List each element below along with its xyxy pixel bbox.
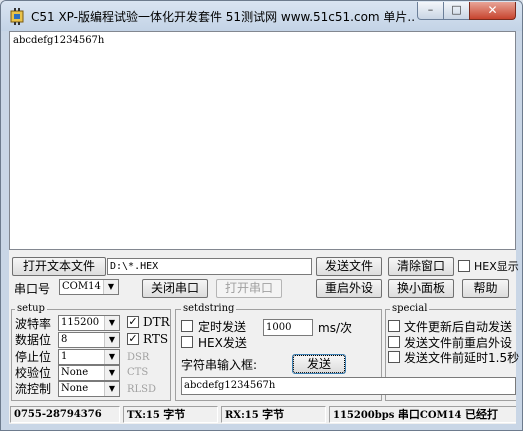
status-rx: RX:15 字节 — [221, 406, 326, 423]
parity-value: None — [61, 367, 89, 378]
flow-control-select[interactable]: None ▼ — [58, 381, 120, 397]
chevron-down-icon[interactable]: ▼ — [104, 350, 119, 364]
chevron-down-icon[interactable]: ▼ — [104, 333, 119, 347]
status-port: COM14 — [419, 410, 462, 421]
stop-bits-value: 1 — [61, 351, 68, 362]
chevron-down-icon[interactable]: ▼ — [104, 366, 119, 380]
help-button[interactable]: 帮助 — [462, 279, 509, 298]
receive-textarea[interactable]: abcdefg1234567h — [9, 31, 516, 250]
parity-select[interactable]: None ▼ — [58, 365, 120, 381]
chip-icon — [10, 8, 24, 25]
delay-before-send-checkbox[interactable] — [388, 351, 400, 363]
hex-display-label: HEX显示 — [474, 260, 519, 273]
status-state: 已经打 — [465, 408, 498, 421]
status-tx-unit: 字节 — [163, 408, 186, 421]
interval-unit: ms/次 — [318, 321, 352, 335]
status-phone: 0755-28794376 — [10, 406, 120, 423]
timed-send-label: 定时发送 — [198, 320, 247, 334]
status-baud: 115200bps — [333, 410, 395, 421]
string-input[interactable]: abcdefg1234567h — [181, 377, 516, 395]
chevron-down-icon[interactable]: ▼ — [104, 382, 119, 396]
auto-send-checkbox[interactable] — [388, 320, 400, 332]
port-label: 串口号 — [14, 282, 51, 296]
port-select[interactable]: COM14 ▼ — [59, 279, 119, 295]
rlsd-indicator: RLSD — [127, 384, 157, 395]
data-bits-value: 8 — [61, 334, 68, 345]
dtr-checkbox[interactable]: ✓ — [127, 316, 139, 328]
baud-select[interactable]: 115200 ▼ — [58, 315, 120, 331]
data-bits-select[interactable]: 8 ▼ — [58, 332, 120, 348]
status-port-info: 115200bps 串口COM14 已经打 — [329, 406, 516, 423]
delay-before-send-label: 发送文件前延时1.5秒 — [404, 351, 520, 365]
chevron-down-icon[interactable]: ▼ — [103, 280, 118, 294]
rts-checkbox[interactable]: ✓ — [127, 333, 139, 345]
cts-indicator: CTS — [127, 367, 149, 378]
setup-title: setup — [15, 303, 47, 315]
close-button[interactable]: ✕ — [469, 2, 516, 20]
restart-device-button[interactable]: 重启外设 — [316, 279, 382, 298]
clear-window-button[interactable]: 清除窗口 — [388, 257, 454, 276]
close-port-button[interactable]: 关闭串口 — [142, 279, 208, 298]
title-bar[interactable]: C51 XP-版编程试验一体化开发套件 51测试网 www.51c51.com … — [1, 1, 522, 31]
maximize-button[interactable]: □ — [443, 2, 470, 20]
status-rx-count: RX:15 — [225, 410, 259, 421]
status-rx-unit: 字节 — [262, 408, 285, 421]
app-window: C51 XP-版编程试验一体化开发套件 51测试网 www.51c51.com … — [0, 0, 523, 431]
flow-control-label: 流控制 — [15, 382, 52, 396]
hex-display-checkbox[interactable] — [458, 260, 470, 272]
interval-input[interactable]: 1000 — [263, 319, 313, 336]
open-text-file-button[interactable]: 打开文本文件 — [12, 257, 106, 276]
stop-bits-select[interactable]: 1 ▼ — [58, 349, 120, 365]
dtr-label: DTR — [143, 315, 170, 329]
mini-panel-button[interactable]: 换小面板 — [388, 279, 454, 298]
file-path-input[interactable]: D:\*.HEX — [107, 258, 312, 275]
send-file-button[interactable]: 发送文件 — [316, 257, 382, 276]
data-bits-label: 数据位 — [15, 333, 52, 347]
hex-send-checkbox[interactable] — [181, 336, 193, 348]
flow-control-value: None — [61, 383, 89, 394]
receive-text: abcdefg1234567h — [13, 35, 105, 46]
status-port-prefix: 串口 — [397, 408, 420, 421]
open-port-button[interactable]: 打开串口 — [216, 279, 282, 298]
send-button[interactable]: 发送 — [292, 354, 346, 374]
string-input-label: 字符串输入框: — [181, 358, 258, 372]
baud-value: 115200 — [61, 317, 100, 328]
window-title: C51 XP-版编程试验一体化开发套件 51测试网 www.51c51.com … — [31, 10, 416, 24]
auto-send-label: 文件更新后自动发送 — [404, 320, 513, 334]
status-tx: TX:15 字节 — [123, 406, 218, 423]
timed-send-checkbox[interactable] — [181, 320, 193, 332]
status-bar: 0755-28794376 TX:15 字节 RX:15 字节 115200bp… — [9, 404, 516, 424]
chevron-down-icon[interactable]: ▼ — [104, 316, 119, 330]
minimize-button[interactable]: – — [417, 2, 444, 20]
stop-bits-label: 停止位 — [15, 350, 52, 364]
status-tx-count: TX:15 — [127, 410, 160, 421]
hex-send-label: HEX发送 — [198, 336, 247, 350]
special-title: special — [390, 303, 430, 315]
dsr-indicator: DSR — [127, 352, 150, 363]
parity-label: 校验位 — [15, 366, 52, 380]
client-area: abcdefg1234567h 打开文本文件 D:\*.HEX 发送文件 清除窗… — [9, 31, 520, 424]
setdstring-title: setdstring — [181, 303, 237, 315]
baud-label: 波特率 — [15, 317, 52, 331]
rts-label: RTS — [143, 332, 169, 346]
restart-before-send-checkbox[interactable] — [388, 336, 400, 348]
port-value: COM14 — [62, 281, 101, 292]
